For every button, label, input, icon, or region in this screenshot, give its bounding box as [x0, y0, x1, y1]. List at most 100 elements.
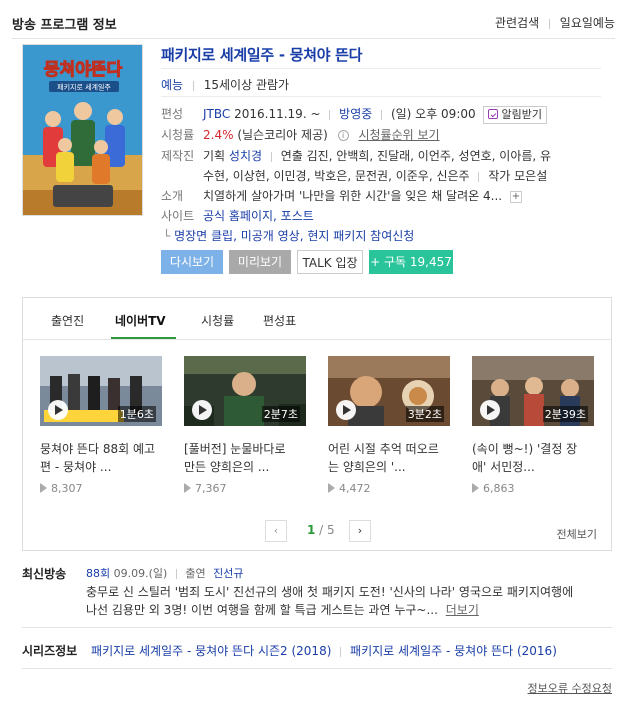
rating-value-group: 2.4% (닐슨코리아 제공) i 시청률순위 보기 [203, 125, 440, 145]
clip-title-line: 편 - 뭉쳐야 ... [40, 460, 112, 474]
subscribe-button[interactable]: + 구독 19,457 [369, 250, 453, 274]
latest-meta: 88회 09.09.(일) 출연 진선규 [86, 565, 243, 581]
series-link-season2[interactable]: 패키지로 세계일주 - 뭉쳐야 뜬다 시즌2 (2018) [91, 644, 331, 658]
talk-button[interactable]: TALK 입장 [297, 250, 363, 274]
extra-links[interactable]: 명장면 클립, 미공개 영상, 현지 패키지 참여신청 [174, 229, 414, 243]
clip-views: 4,472 [328, 482, 450, 495]
header-links: 관련검색 일요일예능 [495, 14, 615, 31]
staff-writer: 작가 모은설 [488, 169, 548, 183]
staff-line-1: 기획 성치경 연출 김진, 안백희, 진달래, 이언주, 성연호, 이아름, 유 [203, 146, 551, 166]
pager: ‹ 1 / 5 › [265, 520, 375, 542]
play-count-icon [328, 483, 335, 493]
video-thumbnail[interactable]: 1분6초 [40, 356, 162, 426]
prev-page-button[interactable]: ‹ [265, 520, 287, 542]
tab-cast[interactable]: 출연진 [51, 312, 84, 329]
rating-value: 2.4% [203, 128, 234, 142]
site-links[interactable]: 공식 홈페이지, 포스트 [203, 209, 314, 223]
schedule-value: JTBC 2016.11.19. ~ 방영중 (일) 오후 09:00 알림받기 [203, 104, 547, 124]
clip-title-line: 만든 양희은의 ... [184, 460, 270, 474]
page-indicator: 1 / 5 [307, 523, 335, 537]
info-icon[interactable]: i [337, 130, 349, 141]
summary-value: 치열하게 살아가며 '나만을 위한 시간'을 잊은 채 달려온 4... + [203, 186, 522, 206]
alarm-label: 알림받기 [501, 107, 542, 121]
clip-duration: 3분2초 [405, 406, 444, 422]
cast-link[interactable]: 진선규 [213, 567, 243, 580]
clip-title-line: (속이 뻥~!) '결정 장 [472, 442, 578, 456]
clip-title[interactable]: 뭉쳐야 뜬다 88회 예고 편 - 뭉쳐야 ... [40, 440, 162, 476]
show-title[interactable]: 패키지로 세계일주 - 뭉쳐야 뜬다 [161, 46, 362, 64]
rating-source: (닐슨코리아 제공) [237, 128, 328, 142]
clip-title-line: 어린 시절 추억 떠오르 [328, 442, 439, 456]
video-thumbnail[interactable]: 3분2초 [328, 356, 450, 426]
clip-duration: 2분39초 [542, 406, 588, 422]
sunday-variety-link[interactable]: 일요일예능 [560, 16, 615, 30]
video-clip[interactable]: 2분39초 (속이 뻥~!) '결정 장 애' 서민정... 6,863 [472, 356, 594, 495]
rating-label: 시청률 [161, 128, 195, 142]
extra-links-group: └ 명장면 클립, 미공개 영상, 현지 패키지 참여신청 [163, 226, 414, 246]
view-count: 8,307 [51, 482, 83, 495]
divider [340, 646, 342, 657]
report-error-link[interactable]: 정보오류 수정요청 [528, 680, 612, 696]
clip-title[interactable]: (속이 뻥~!) '결정 장 애' 서민정... [472, 440, 594, 476]
video-clip[interactable]: 3분2초 어린 시절 추억 떠오르 는 양희은의 '... 4,472 [328, 356, 450, 495]
play-icon[interactable] [336, 400, 356, 420]
latest-label: 최신방송 [22, 567, 67, 581]
episode-date: 09.09.(일) [113, 567, 168, 580]
expand-summary-button[interactable]: + [509, 190, 522, 203]
clip-title[interactable]: 어린 시절 추억 떠오르 는 양희은의 '... [328, 440, 450, 476]
view-all-link[interactable]: 전체보기 [557, 526, 597, 542]
series-info: 시리즈정보 패키지로 세계일주 - 뭉쳐야 뜬다 시즌2 (2018) 패키지로… [22, 642, 612, 659]
divider [161, 68, 601, 69]
series-link-season1[interactable]: 패키지로 세계일주 - 뭉쳐야 뜬다 (2016) [350, 644, 557, 658]
play-count-icon [472, 483, 479, 493]
staff-role: 기획 [203, 149, 226, 163]
play-icon[interactable] [192, 400, 212, 420]
staff-directors-cont: 수현, 이상현, 이민경, 박호은, 문전권, 이준우, 신은주 [203, 169, 470, 183]
clip-views: 7,367 [184, 482, 306, 495]
genre-link[interactable]: 예능 [161, 78, 183, 92]
staff-planner-link[interactable]: 성치경 [229, 149, 262, 163]
media-panel: 출연진 네이버TV 시청률 편성표 1분6초 뭉쳐야 뜬다 88회 예고 편 - … [22, 297, 612, 551]
divider [381, 109, 383, 120]
genre-row: 예능 15세이상 관람가 [161, 76, 289, 93]
video-clip[interactable]: 2분7초 [풀버전] 눈물바다로만든 양희은의 ... 7,367 [184, 356, 306, 495]
divider [175, 569, 177, 579]
video-thumbnail[interactable]: 2분7초 [184, 356, 306, 426]
rating-rank-link[interactable]: 시청률순위 보기 [358, 128, 439, 142]
corner-arrow-icon: └ [163, 229, 171, 243]
section-title: 방송 프로그램 정보 [12, 18, 117, 33]
tab-bar: 출연진 네이버TV 시청률 편성표 [23, 298, 611, 340]
view-count: 7,367 [195, 482, 227, 495]
divider [22, 627, 612, 628]
summary-label: 소개 [161, 189, 184, 203]
view-count: 6,863 [483, 482, 515, 495]
tab-navertv[interactable]: 네이버TV [115, 312, 166, 329]
more-link[interactable]: 더보기 [446, 603, 479, 617]
site-label: 사이트 [161, 209, 195, 223]
clip-title-line: [풀버전] 눈물바다로 [184, 442, 286, 456]
next-page-button[interactable]: › [349, 520, 371, 542]
staff-directors: 연출 김진, 안백희, 진달래, 이언주, 성연호, 이아름, 유 [280, 149, 552, 163]
divider [12, 38, 615, 39]
play-icon[interactable] [480, 400, 500, 420]
clip-views: 8,307 [40, 482, 162, 495]
start-date: 2016.11.19. ~ [234, 107, 321, 121]
video-clip[interactable]: 1분6초 뭉쳐야 뜬다 88회 예고 편 - 뭉쳐야 ... 8,307 [40, 356, 162, 495]
alarm-button[interactable]: 알림받기 [483, 105, 547, 124]
page-separator: / [315, 523, 328, 537]
show-poster[interactable]: 뭉쳐야뜬다 패키지로 세계일주 [22, 44, 143, 216]
play-count-icon [40, 483, 47, 493]
active-tab-indicator [111, 337, 176, 339]
play-icon[interactable] [48, 400, 68, 420]
schedule-label: 편성 [161, 107, 184, 121]
channel-link[interactable]: JTBC [203, 107, 230, 121]
divider [329, 109, 331, 120]
preview-button[interactable]: 미리보기 [229, 250, 291, 274]
video-thumbnail[interactable]: 2분39초 [472, 356, 594, 426]
clip-title[interactable]: [풀버전] 눈물바다로만든 양희은의 ... [184, 440, 306, 476]
tab-ratings[interactable]: 시청률 [201, 312, 234, 329]
rewatch-button[interactable]: 다시보기 [161, 250, 223, 274]
tab-schedule[interactable]: 편성표 [263, 312, 296, 329]
episode-link[interactable]: 88회 [86, 567, 110, 580]
related-search-link[interactable]: 관련검색 [495, 16, 539, 30]
